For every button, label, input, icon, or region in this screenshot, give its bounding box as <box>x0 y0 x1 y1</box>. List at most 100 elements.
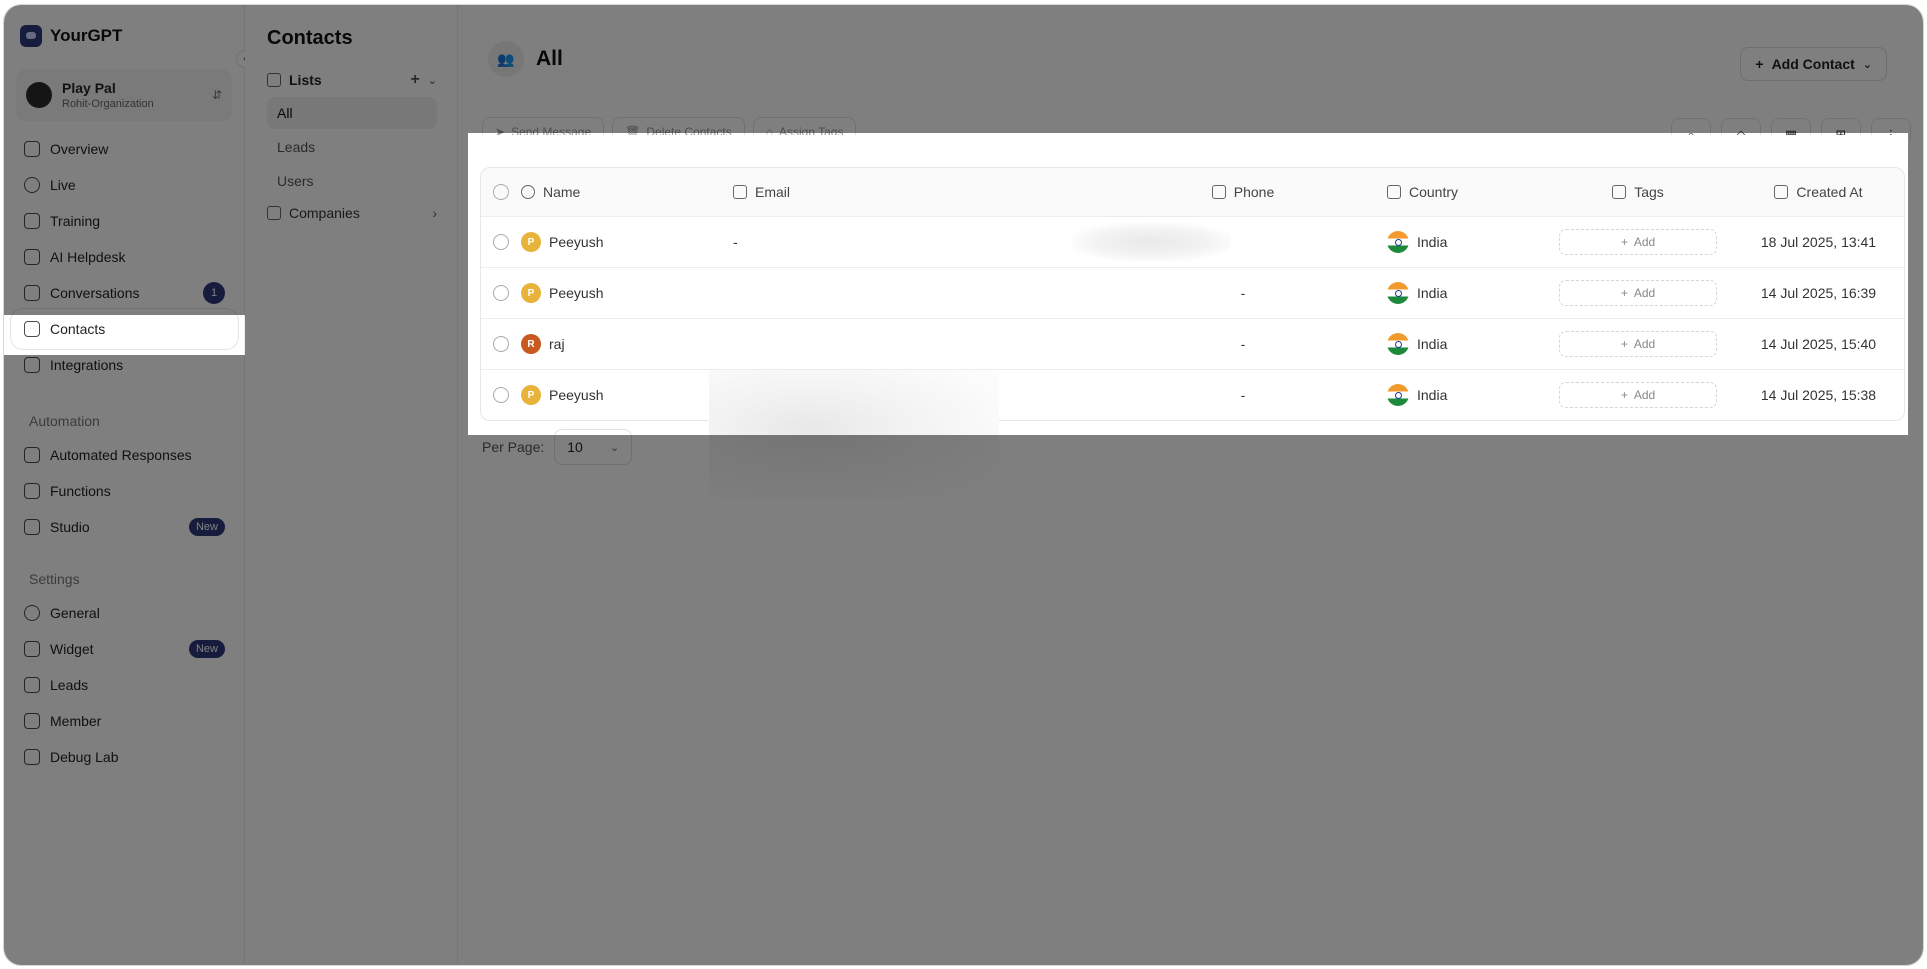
contact-country: India <box>1417 387 1448 403</box>
workspace-switcher[interactable]: Play Pal Rohit-Organization ⇵ <box>16 69 232 121</box>
contact-country: India <box>1417 234 1448 250</box>
redacted-phone <box>1071 223 1231 261</box>
contact-country: India <box>1417 285 1448 301</box>
users-icon <box>24 713 40 729</box>
plus-icon: + <box>1620 235 1628 249</box>
sidebar-item-automated-responses[interactable]: Automated Responses <box>4 437 245 473</box>
table-header-row: Name Email Phone Country Tags Created At <box>481 168 1904 216</box>
contact-name[interactable]: Peeyush <box>549 387 603 403</box>
contact-lists-panel: Contacts Lists + ⌄ All Leads Users Compa… <box>245 5 458 965</box>
list-item-users[interactable]: Users <box>267 165 437 197</box>
sidebar-item-debug-lab[interactable]: Debug Lab <box>4 739 245 775</box>
sidebar-item-general[interactable]: General <box>4 595 245 631</box>
created-at: 14 Jul 2025, 16:39 <box>1760 285 1877 301</box>
contact-name[interactable]: raj <box>549 336 565 352</box>
avatar: P <box>521 385 541 405</box>
contacts-table-card: Name Email Phone Country Tags Created At… <box>474 141 1909 498</box>
user-icon <box>521 185 535 199</box>
add-tag-button[interactable]: + Add <box>1559 280 1717 306</box>
india-flag-icon <box>1387 333 1409 355</box>
brand[interactable]: YourGPT <box>20 25 122 47</box>
list-item-all[interactable]: All <box>267 97 437 129</box>
new-badge: New <box>188 518 225 536</box>
new-badge: New <box>188 640 225 658</box>
function-icon <box>24 483 40 499</box>
main-nav: Overview Live Training AI Helpdesk Conve… <box>4 131 245 383</box>
created-at: 14 Jul 2025, 15:40 <box>1760 336 1877 352</box>
reply-icon <box>24 447 40 463</box>
plus-icon: + <box>1620 286 1628 300</box>
column-phone[interactable]: Phone <box>1234 184 1274 200</box>
puzzle-icon <box>24 357 40 373</box>
contact-phone: - <box>1240 336 1246 352</box>
users-icon <box>267 73 281 87</box>
phone-icon <box>1211 185 1226 199</box>
table-row[interactable]: Rraj - India + Add 14 Jul 2025, 15:40 <box>481 318 1904 369</box>
sidebar-item-overview[interactable]: Overview <box>4 131 245 167</box>
app-window: YourGPT ‹ Play Pal Rohit-Organization ⇵ … <box>3 4 1924 966</box>
settings-nav: General Widget New Leads Member Debug Lab <box>4 595 245 775</box>
sidebar-item-integrations[interactable]: Integrations <box>4 347 245 383</box>
chevron-right-icon: › <box>432 205 437 221</box>
created-at: 18 Jul 2025, 13:41 <box>1760 234 1877 250</box>
sidebar-item-leads[interactable]: Leads <box>4 667 245 703</box>
list-item-leads[interactable]: Leads <box>267 131 437 163</box>
column-name[interactable]: Name <box>543 184 580 200</box>
building-icon <box>267 206 281 220</box>
cube-icon <box>1774 185 1789 199</box>
table-row[interactable]: P Peeyush - India + Add 14 Jul 2025, 15:38 <box>481 369 1904 420</box>
select-all-checkbox[interactable] <box>493 184 509 200</box>
table-row[interactable]: P Peeyush - India + Add 14 Jul 2025, 16:39 <box>481 267 1904 318</box>
contacts-heading: Contacts <box>267 27 353 49</box>
companies-item[interactable]: Companies › <box>267 205 437 221</box>
add-tag-button[interactable]: + Add <box>1559 382 1717 408</box>
per-page-select[interactable]: 10 ⌄ <box>554 429 633 465</box>
add-contact-button[interactable]: + Add Contact ⌄ <box>1740 47 1887 81</box>
trash-icon: 🗑 <box>625 125 641 139</box>
column-tags[interactable]: Tags <box>1634 184 1664 200</box>
sidebar-item-live[interactable]: Live <box>4 167 245 203</box>
row-checkbox[interactable] <box>493 285 509 301</box>
workflow-icon <box>24 519 40 535</box>
sidebar-item-conversations[interactable]: Conversations 1 <box>4 275 245 311</box>
contact-name[interactable]: Peeyush <box>549 234 603 250</box>
sidebar-item-functions[interactable]: Functions <box>4 473 245 509</box>
add-tag-button[interactable]: + Add <box>1559 229 1717 255</box>
automation-nav: Automated Responses Functions Studio New <box>4 437 245 545</box>
column-email[interactable]: Email <box>755 184 790 200</box>
chevron-down-icon[interactable]: ⌄ <box>428 74 437 87</box>
contact-name[interactable]: Peeyush <box>549 285 603 301</box>
avatar: P <box>521 283 541 303</box>
table-row[interactable]: P Peeyush - India + Add 18 Jul 2025, 13:41 <box>481 216 1904 267</box>
sidebar-item-ai-helpdesk[interactable]: AI Helpdesk <box>4 239 245 275</box>
chevron-down-icon: ⌄ <box>610 441 620 454</box>
column-country[interactable]: Country <box>1409 184 1458 200</box>
add-tag-button[interactable]: + Add <box>1559 331 1717 357</box>
flask-icon <box>24 749 40 765</box>
plus-icon: + <box>1620 388 1628 402</box>
column-created-at[interactable]: Created At <box>1796 184 1862 200</box>
sidebar-item-studio[interactable]: Studio New <box>4 509 245 545</box>
sidebar-item-widget[interactable]: Widget New <box>4 631 245 667</box>
row-checkbox[interactable] <box>493 234 509 250</box>
workspace-title: Play Pal <box>62 80 116 96</box>
pagination: Per Page: 10 ⌄ <box>482 429 633 465</box>
avatar: P <box>521 232 541 252</box>
add-list-button[interactable]: + <box>410 71 419 89</box>
send-icon: ➤ <box>495 125 506 139</box>
page-title: 👥 All <box>488 41 563 77</box>
contact-email: - <box>733 234 738 250</box>
contact-phone: - <box>1240 285 1246 301</box>
row-checkbox[interactable] <box>493 336 509 352</box>
gear-icon <box>24 605 40 621</box>
book-icon <box>24 249 40 265</box>
sidebar-item-contacts[interactable]: Contacts <box>13 311 236 347</box>
tag-icon: ⌂ <box>765 125 773 139</box>
row-checkbox[interactable] <box>493 387 509 403</box>
sidebar-item-member[interactable]: Member <box>4 703 245 739</box>
plus-icon: + <box>1755 56 1764 72</box>
sidebar-item-training[interactable]: Training <box>4 203 245 239</box>
created-at: 14 Jul 2025, 15:38 <box>1760 387 1877 403</box>
section-settings: Settings <box>29 571 80 587</box>
chevron-down-icon: ⌄ <box>1862 58 1872 71</box>
